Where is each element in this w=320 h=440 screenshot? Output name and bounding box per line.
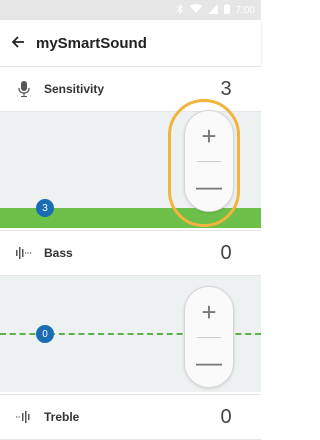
app-title: mySmartSound [36,34,147,52]
bass-row: Bass 0 [0,230,261,276]
arrow-left-icon [11,33,25,54]
back-button[interactable] [0,20,36,66]
bass-value: 0 [220,241,232,264]
bass-equalizer-icon [16,245,32,261]
treble-value: 0 [220,405,232,428]
app-bar: mySmartSound [0,20,261,66]
bass-knob[interactable]: 0 [36,325,54,343]
status-bar: 7:00 [0,0,261,20]
sensitivity-label: Sensitivity [44,82,105,96]
treble-label: Treble [44,410,80,424]
bass-label: Bass [44,246,73,260]
highlight-ring [168,99,240,227]
bass-stepper: + — [184,286,234,388]
sensitivity-value: 3 [220,77,232,100]
bass-increase-button[interactable]: + [185,287,233,337]
status-time: 7:00 [235,4,255,16]
treble-row: Treble 0 [0,394,261,440]
bluetooth-icon [176,3,184,17]
signal-icon [207,3,218,17]
wifi-icon [189,3,202,17]
bass-decrease-button[interactable]: — [185,337,233,387]
battery-icon [223,3,230,17]
sensitivity-knob[interactable]: 3 [36,199,54,217]
bass-slider-panel[interactable]: 0 + — [0,276,261,392]
treble-equalizer-icon [16,409,32,425]
microphone-icon [16,81,32,97]
